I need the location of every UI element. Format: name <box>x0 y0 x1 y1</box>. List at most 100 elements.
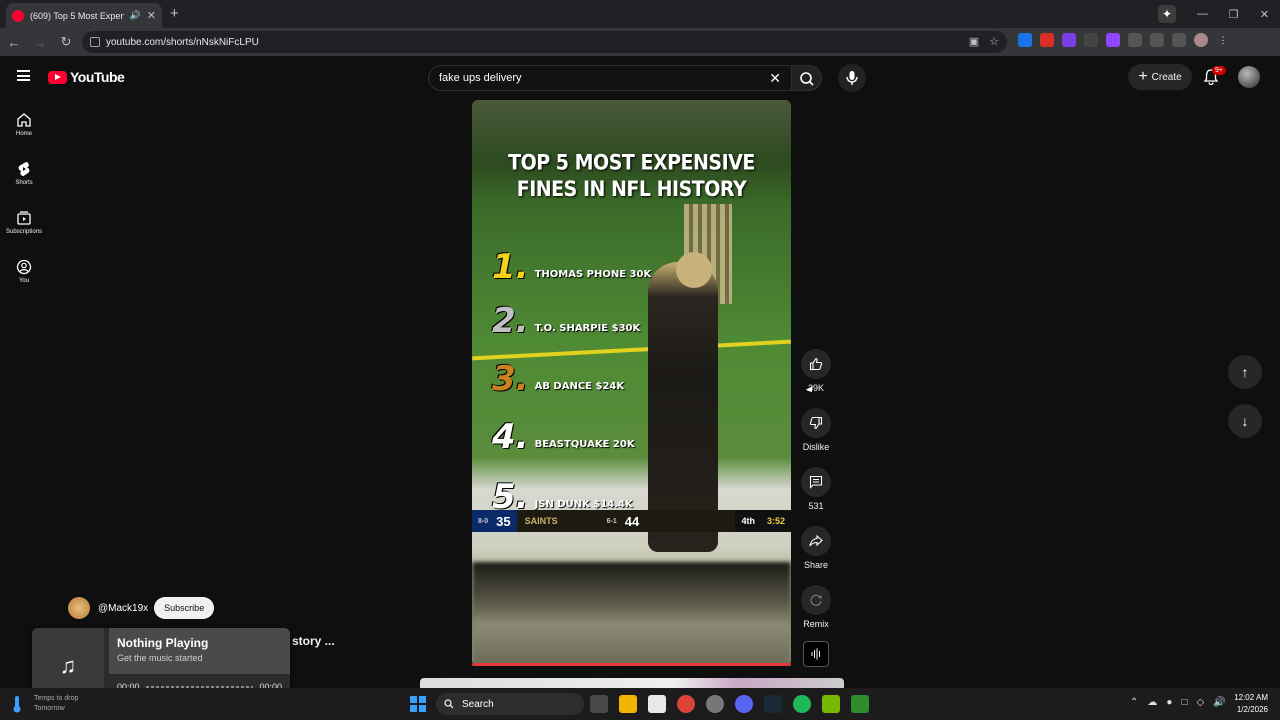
rank-item: 4. BEASTQUAKE 20K <box>492 420 635 454</box>
browser-tab-bar: (609) Top 5 Most Expensive 🔊 ✕ + ✦ — ❐ ✕ <box>0 0 1280 28</box>
forward-icon[interactable]: → <box>28 35 52 50</box>
thermometer-icon[interactable] <box>10 694 24 714</box>
previous-short-button[interactable]: ↑ <box>1228 355 1262 389</box>
restore-icon[interactable]: ❐ <box>1218 8 1249 21</box>
network-icon[interactable]: ◇ <box>1196 697 1204 708</box>
scorebug-clock: 3:52 <box>766 516 785 526</box>
sidebar-item-shorts[interactable]: Shorts <box>0 149 48 198</box>
create-button[interactable]: + Create <box>1128 64 1192 90</box>
app-icon[interactable] <box>706 695 724 713</box>
task-view-icon[interactable] <box>590 695 608 713</box>
spotify-icon[interactable] <box>793 695 811 713</box>
scorebug: 8-0 35 SAINTS 6-1 44 4th 3:52 <box>472 510 791 532</box>
now-playing-title: Nothing Playing <box>117 636 209 650</box>
sound-audio-tile[interactable] <box>803 641 829 667</box>
arrow-up-icon: ↑ <box>1241 364 1249 380</box>
youtube-logo[interactable]: YouTube <box>48 69 125 85</box>
now-playing-subtitle: Get the music started <box>117 653 203 663</box>
youtube-favicon-icon <box>12 9 24 22</box>
minimize-icon[interactable]: — <box>1187 8 1218 20</box>
extension-icon[interactable] <box>1084 33 1098 47</box>
home-icon <box>17 113 31 127</box>
rank-label: AB DANCE $24K <box>534 381 625 392</box>
share-button[interactable]: Share <box>799 526 833 570</box>
close-window-icon[interactable]: ✕ <box>1249 8 1280 21</box>
system-clock[interactable]: 12:02 AM 1/2/2026 <box>1222 692 1268 716</box>
chrome-icon[interactable] <box>677 695 695 713</box>
sidebar-item-label: Home <box>15 131 32 137</box>
dislike-button[interactable]: Dislike <box>799 408 833 452</box>
speaker-icon[interactable]: 🔊 <box>130 10 141 21</box>
puzzle-icon[interactable] <box>1128 33 1142 47</box>
you-icon <box>16 259 32 275</box>
file-explorer-icon[interactable] <box>619 695 637 713</box>
extension-icon[interactable] <box>1062 33 1076 47</box>
extension-icon[interactable] <box>1040 33 1054 47</box>
comments-circle <box>801 467 831 497</box>
sparkle-icon[interactable]: ✦ <box>1158 5 1176 23</box>
profile-avatar-icon[interactable] <box>1194 33 1208 47</box>
clear-search-icon[interactable]: ✕ <box>769 70 781 87</box>
bookmark-star-icon[interactable]: ☆ <box>989 35 999 48</box>
media-info-panel <box>109 628 290 674</box>
windows-taskbar: Temps to drop Tomorrow Search ⌃ ☁ ● □ ◇ … <box>0 688 1280 720</box>
onedrive-icon[interactable]: ☁ <box>1147 697 1157 708</box>
excel-icon[interactable] <box>851 695 869 713</box>
microphone-icon <box>846 71 858 85</box>
account-avatar[interactable] <box>1238 66 1260 88</box>
taskbar-apps <box>590 695 869 713</box>
taskbar-search[interactable]: Search <box>436 693 584 715</box>
extension-icon[interactable] <box>1106 33 1120 47</box>
window-controls: — ❐ ✕ <box>1187 0 1280 28</box>
reload-icon[interactable]: ↻ <box>54 34 78 50</box>
store-icon[interactable] <box>648 695 666 713</box>
url-bar[interactable]: youtube.com/shorts/nNskNiFcLPU ▣ ☆ <box>82 31 1007 53</box>
close-tab-icon[interactable]: ✕ <box>147 9 156 22</box>
sidebar-item-subscriptions[interactable]: Subscriptions <box>0 198 48 247</box>
media-control-icon[interactable] <box>1172 33 1186 47</box>
menu-dots-icon[interactable]: ⋮ <box>1216 33 1230 47</box>
voice-search-button[interactable] <box>838 64 866 92</box>
like-button[interactable]: 39K <box>799 349 833 393</box>
plus-icon: + <box>1138 68 1148 85</box>
menu-icon[interactable] <box>17 70 30 81</box>
rank-item: 3. AB DANCE $24K <box>492 362 624 396</box>
channel-avatar[interactable] <box>68 597 90 619</box>
sidebar-item-you[interactable]: You <box>0 247 48 296</box>
like-circle <box>801 349 831 379</box>
video-title-end[interactable]: story ... <box>292 634 335 648</box>
search-input[interactable] <box>439 72 759 84</box>
display-icon[interactable]: □ <box>1181 697 1187 708</box>
search-button[interactable] <box>792 65 822 91</box>
microphone-icon[interactable]: ● <box>1166 697 1172 708</box>
channel-handle[interactable]: @Mack19x <box>98 603 148 614</box>
sidebar-item-home[interactable]: Home <box>0 100 48 149</box>
windows-start-icon[interactable] <box>410 696 426 712</box>
install-app-icon[interactable]: ▣ <box>969 35 979 48</box>
subscribe-button[interactable]: Subscribe <box>154 597 215 619</box>
chevron-up-icon[interactable]: ⌃ <box>1130 697 1138 708</box>
channel-row: @Mack19x Subscribe <box>68 597 215 619</box>
steam-icon[interactable] <box>764 695 782 713</box>
share-label: Share <box>803 560 829 570</box>
remix-circle <box>801 585 831 615</box>
sidebar-item-label: Subscriptions <box>5 229 43 235</box>
next-short-button[interactable]: ↓ <box>1228 404 1262 438</box>
site-info-icon[interactable] <box>90 37 100 47</box>
new-tab-icon[interactable]: + <box>170 5 179 22</box>
video-progress-bar[interactable] <box>472 663 791 666</box>
video-player-figure <box>648 262 718 552</box>
sidepanel-icon[interactable] <box>1150 33 1164 47</box>
notification-badge: 9+ <box>1212 66 1226 75</box>
discord-icon[interactable] <box>735 695 753 713</box>
back-icon[interactable]: ← <box>2 35 26 50</box>
remix-button[interactable]: Remix <box>799 585 833 629</box>
nvidia-icon[interactable] <box>822 695 840 713</box>
extension-icon[interactable] <box>1018 33 1032 47</box>
rank-number: 4. <box>492 417 529 457</box>
browser-tab[interactable]: (609) Top 5 Most Expensive 🔊 ✕ <box>6 3 162 28</box>
audio-waveform-icon <box>811 648 820 660</box>
weather-widget-text[interactable]: Temps to drop Tomorrow <box>34 694 78 714</box>
shorts-video-player[interactable]: TOP 5 MOST EXPENSIVE FINES IN NFL HISTOR… <box>472 100 791 666</box>
comments-button[interactable]: 531 <box>799 467 833 511</box>
